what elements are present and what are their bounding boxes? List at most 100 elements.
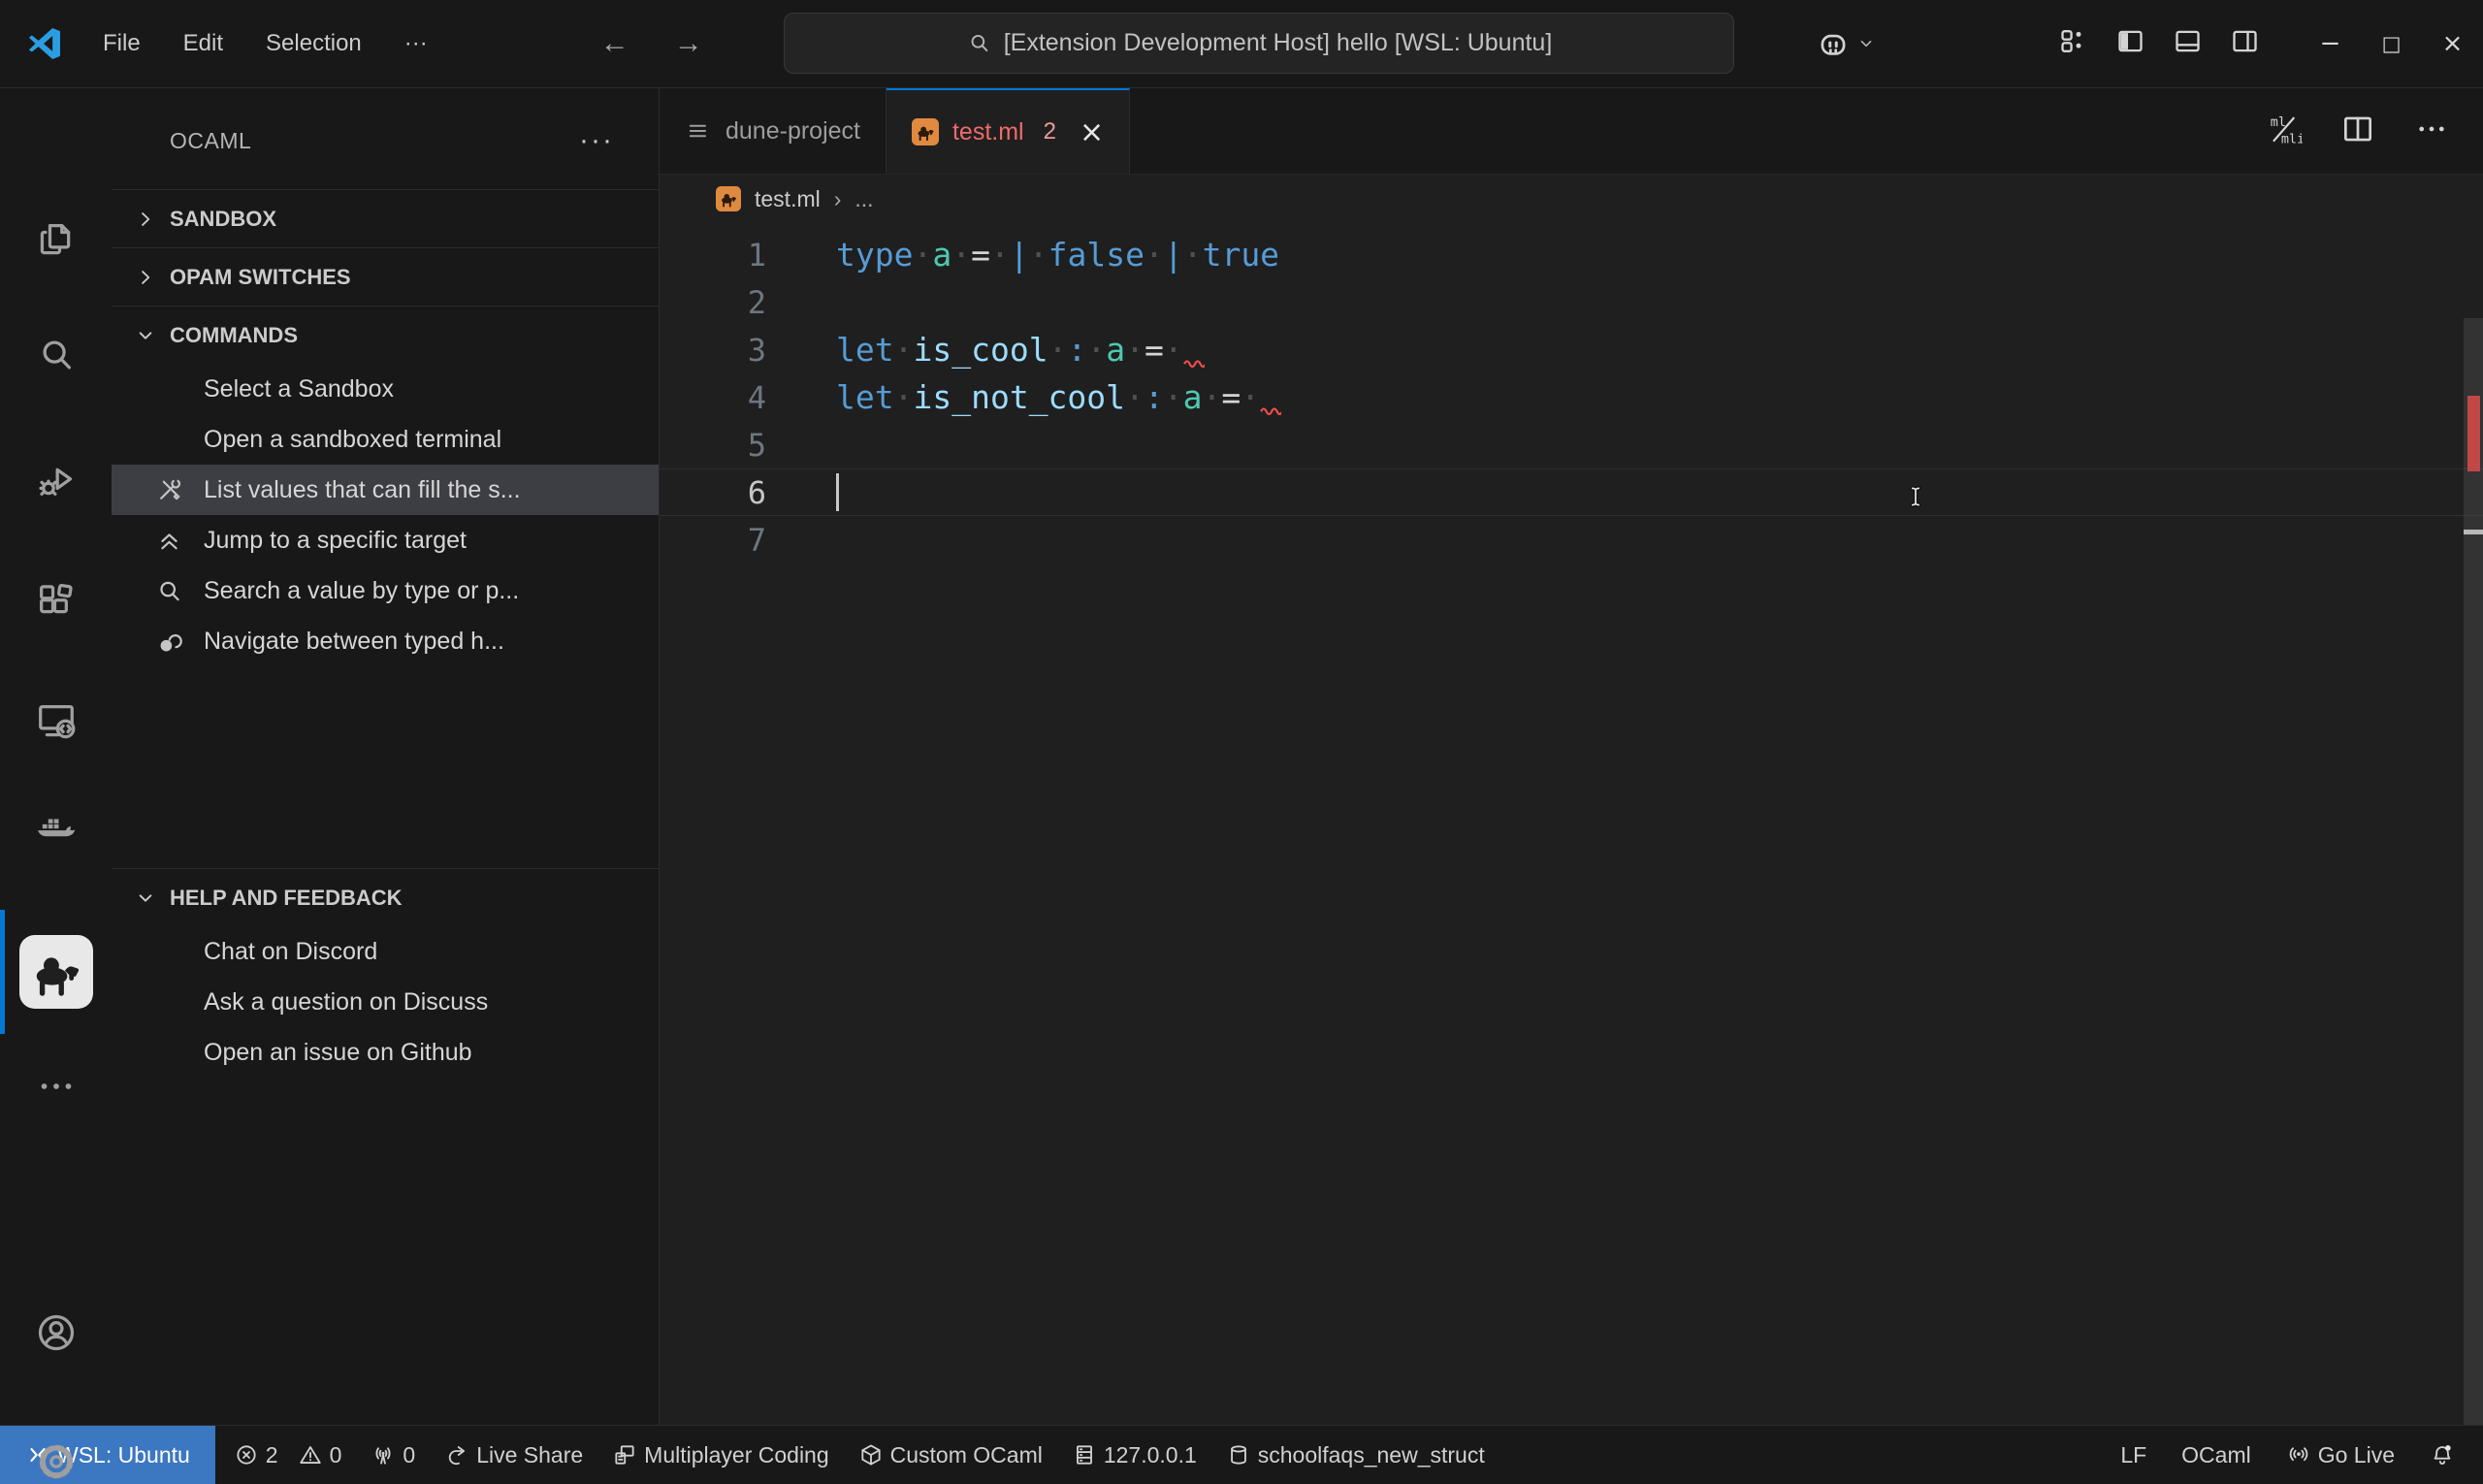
- status-text: LF: [2120, 1441, 2147, 1468]
- code-area[interactable]: 1 type · a · = · | · false · | · true 2 3 let · is_cool ·: ·…: [660, 223, 2483, 1425]
- status-multiplayer[interactable]: Multiplayer Coding: [597, 1426, 843, 1484]
- status-part: 127.0.0.1: [1072, 1442, 1197, 1468]
- code-line-4[interactable]: 4 let · is_not_cool ·: · a · = ·: [660, 373, 2483, 421]
- status-language[interactable]: OCaml: [2167, 1426, 2266, 1484]
- activity-docker[interactable]: [0, 783, 112, 876]
- code-token: =: [971, 236, 990, 274]
- code-token: |: [1009, 236, 1029, 274]
- status-ports[interactable]: 0: [356, 1426, 430, 1484]
- minimize-button[interactable]: −: [2300, 15, 2361, 73]
- action-split-editor[interactable]: [2339, 111, 2376, 152]
- section-help-feedback-header[interactable]: HELP AND FEEDBACK: [112, 868, 659, 926]
- activity-search[interactable]: [0, 308, 112, 402]
- activity-ocaml[interactable]: [0, 910, 112, 1034]
- nav-forward-button[interactable]: →: [664, 25, 713, 62]
- activity-remote-explorer[interactable]: [0, 674, 112, 767]
- code-line-6[interactable]: 6: [660, 468, 2483, 516]
- tab-dune-project[interactable]: dune-project: [660, 88, 887, 174]
- activity-settings[interactable]: [0, 1415, 112, 1484]
- code-token: ·: [951, 236, 972, 274]
- tab-close-button[interactable]: ×: [1080, 115, 1104, 149]
- chevron-down-icon: [133, 323, 158, 348]
- code-token: ·: [1048, 331, 1068, 369]
- activity-accounts[interactable]: [0, 1286, 112, 1379]
- status-live-share[interactable]: Live Share: [430, 1426, 597, 1484]
- tab-bar: dune-project test.ml 2 × ml mli: [660, 88, 2483, 175]
- search-icon: [154, 576, 184, 606]
- menu-more[interactable]: ···: [387, 22, 445, 65]
- status-notifications[interactable]: [2415, 1426, 2469, 1484]
- ellipsis-icon: [34, 1064, 79, 1109]
- sidebar-more-actions[interactable]: ···: [579, 124, 614, 157]
- code-token: ·: [1163, 331, 1183, 369]
- breadcrumb-file: test.ml: [755, 185, 821, 211]
- tools-icon: [154, 475, 184, 505]
- command-list-values[interactable]: List values that can fill the s...: [112, 465, 659, 515]
- status-database[interactable]: schoolfaqs_new_struct: [1211, 1426, 1499, 1484]
- status-custom-ocaml[interactable]: Custom OCaml: [844, 1426, 1057, 1484]
- menu-file[interactable]: File: [85, 22, 158, 65]
- help-ask-discuss[interactable]: Ask a question on Discuss: [112, 977, 659, 1027]
- svg-text:ml: ml: [2271, 114, 2286, 129]
- editor-actions: ml mli: [2266, 88, 2483, 174]
- code-line-1[interactable]: 1 type · a · = · | · false · | · true: [660, 231, 2483, 278]
- activity-more[interactable]: [0, 1040, 112, 1133]
- section-sandbox-header[interactable]: SANDBOX: [112, 189, 659, 247]
- activity-extensions[interactable]: [0, 556, 112, 649]
- vscode-logo-icon: [25, 24, 64, 63]
- line-number: 2: [747, 283, 766, 321]
- account-icon: [34, 1310, 79, 1355]
- activity-run-debug[interactable]: [0, 434, 112, 527]
- section-label: OPAM SWITCHES: [170, 264, 351, 289]
- section-opam-switches-header[interactable]: OPAM SWITCHES: [112, 247, 659, 306]
- warning-icon: [298, 1442, 323, 1468]
- help-open-issue-github[interactable]: Open an issue on Github: [112, 1027, 659, 1078]
- action-switch-ml-mli[interactable]: ml mli: [2266, 111, 2303, 152]
- status-part: Multiplayer Coding: [612, 1442, 829, 1468]
- code-line-3[interactable]: 3 let · is_cool ·: · a · = ·: [660, 326, 2483, 373]
- command-open-terminal[interactable]: Open a sandboxed terminal: [112, 414, 659, 465]
- code-token: true: [1202, 236, 1280, 274]
- tab-label: dune-project: [726, 116, 860, 145]
- menu-selection[interactable]: Selection: [248, 22, 379, 65]
- toggle-primary-sidebar-button[interactable]: [2114, 25, 2146, 62]
- tab-label: test.ml: [951, 117, 1024, 145]
- item-label: Select a Sandbox: [204, 374, 394, 403]
- item-label: Navigate between typed h...: [204, 627, 504, 655]
- toggle-secondary-sidebar-button[interactable]: [2229, 25, 2261, 62]
- status-problems[interactable]: 20: [219, 1426, 357, 1484]
- command-jump-target[interactable]: Jump to a specific target: [112, 515, 659, 565]
- code-line-5[interactable]: 5: [660, 421, 2483, 468]
- toggle-panel-button[interactable]: [2172, 25, 2204, 62]
- activity-bar: [0, 88, 112, 1479]
- status-text: Live Share: [476, 1441, 584, 1468]
- code-line-2[interactable]: 2: [660, 278, 2483, 326]
- scrollbar-slider[interactable]: [2464, 318, 2483, 1425]
- breadcrumb[interactable]: test.ml › ...: [660, 175, 2483, 223]
- command-select-sandbox[interactable]: Select a Sandbox: [112, 364, 659, 414]
- nav-back-button[interactable]: ←: [591, 25, 639, 62]
- ellipsis-icon: [2413, 111, 2450, 147]
- activity-explorer[interactable]: [0, 192, 112, 285]
- command-navigate-holes[interactable]: Navigate between typed h...: [112, 616, 659, 666]
- help-chat-discord[interactable]: Chat on Discord: [112, 926, 659, 977]
- command-search-value[interactable]: Search a value by type or p...: [112, 565, 659, 616]
- status-go-live[interactable]: Go Live: [2272, 1426, 2409, 1484]
- command-center-search[interactable]: [Extension Development Host] hello [WSL:…: [784, 13, 1734, 74]
- toggle-secondary-sidebar-icon: [2229, 25, 2261, 57]
- tab-test-ml[interactable]: test.ml 2 ×: [886, 88, 1131, 174]
- action-more[interactable]: [2413, 111, 2450, 152]
- code-token: is_not_cool: [913, 378, 1126, 416]
- section-commands-header[interactable]: COMMANDS: [112, 306, 659, 364]
- status-eol[interactable]: LF: [2106, 1426, 2161, 1484]
- maximize-button[interactable]: □: [2361, 15, 2422, 73]
- customize-layout-button[interactable]: [2057, 25, 2089, 62]
- error-squiggle: [1182, 356, 1205, 368]
- code-line-7[interactable]: 7: [660, 516, 2483, 564]
- copilot-menu[interactable]: [1815, 25, 1877, 62]
- close-button[interactable]: ×: [2422, 15, 2483, 73]
- editor-scrollbar[interactable]: [2464, 231, 2483, 1425]
- menu-edit[interactable]: Edit: [166, 22, 241, 65]
- toggle-panel-icon: [2172, 25, 2204, 57]
- status-server-ip[interactable]: 127.0.0.1: [1057, 1426, 1211, 1484]
